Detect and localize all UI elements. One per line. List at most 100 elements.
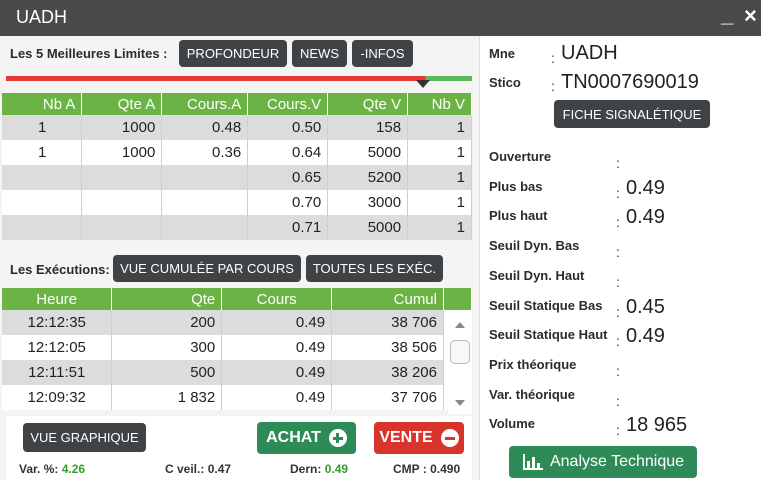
fiche-signaletique-button[interactable]: FICHE SIGNALÉTIQUE — [554, 100, 710, 128]
table-row[interactable]: 0.70 3000 1 — [2, 190, 472, 215]
cell: 1 832 — [111, 385, 223, 410]
col-cours-a: Cours.A — [161, 93, 249, 115]
best-limits-label: Les 5 Meilleures Limites : — [10, 46, 168, 61]
cell — [161, 215, 249, 240]
cell: 38 706 — [331, 310, 444, 335]
stat-value: 0.490 — [430, 462, 461, 476]
cell: 5000 — [327, 215, 409, 240]
cell: 12:11:51 — [2, 360, 113, 385]
col-cours-v: Cours.V — [247, 93, 329, 115]
table-row[interactable]: 12:12:05 300 0.49 38 506 — [2, 335, 472, 360]
cell: 0.49 — [221, 335, 333, 360]
info-field-label: Seuil Dyn. Haut — [489, 268, 585, 283]
stat-c-veil: C veil.: 0.47 — [165, 462, 231, 476]
info-field-label: Var. théorique — [489, 387, 575, 402]
colon: : — [616, 155, 620, 171]
stat-label: Var. %: — [19, 462, 59, 476]
minimize-icon[interactable]: _ — [721, 2, 733, 28]
vue-graphique-button[interactable]: VUE GRAPHIQUE — [23, 423, 146, 452]
cell — [81, 190, 163, 215]
executions-table: Heure Qte Cours Cumul 12:12:35 200 0.49 … — [2, 288, 472, 410]
buy-label: ACHAT — [266, 429, 321, 446]
info-field-label: Seuil Dyn. Bas — [489, 238, 580, 253]
cell — [81, 165, 163, 190]
stat-value: 4.26 — [61, 462, 86, 476]
executions-label: Les Exécutions: — [10, 262, 110, 277]
stat-label: CMP : — [393, 462, 427, 476]
cell: 0.49 — [221, 360, 333, 385]
info-field-label: Seuil Statique Bas — [489, 298, 603, 313]
analyse-technique-button[interactable]: Analyse Technique — [509, 446, 697, 478]
cell: 3000 — [327, 190, 409, 215]
col-nb-v: Nb V — [407, 93, 472, 115]
cell: 500 — [111, 360, 223, 385]
colon: : — [616, 363, 620, 379]
stico-label: Stico — [489, 75, 521, 90]
cell: 1 — [407, 215, 472, 240]
infos-button[interactable]: -INFOS — [352, 40, 413, 67]
sell-label: VENTE — [379, 429, 433, 446]
stat-value: 0.47 — [207, 462, 232, 476]
sell-button[interactable]: VENTE — [374, 422, 464, 454]
table-row[interactable]: 12:11:51 500 0.49 38 206 — [2, 360, 472, 385]
toutes-execs-button[interactable]: TOUTES LES EXÉC. — [306, 255, 443, 282]
col-cumul: Cumul — [331, 288, 444, 310]
mne-label: Mne — [489, 46, 515, 61]
cell: 5000 — [327, 140, 409, 165]
colon: : — [616, 244, 620, 260]
table-row[interactable]: 0.71 5000 1 — [2, 215, 472, 240]
scroll-down-icon[interactable] — [455, 400, 465, 406]
cell: 158 — [327, 115, 409, 140]
table-row[interactable]: 1 1000 0.48 0.50 158 1 — [2, 115, 472, 140]
cell: 0.64 — [247, 140, 329, 165]
scroll-thumb[interactable] — [450, 340, 470, 364]
colon: : — [616, 185, 620, 201]
stat-var: Var. %: 4.26 — [19, 462, 85, 476]
cell: 5200 — [327, 165, 409, 190]
scroll-up-icon[interactable] — [455, 322, 465, 328]
cell: 1000 — [81, 115, 163, 140]
cell: 38 206 — [331, 360, 444, 385]
executions-scrollbar[interactable] — [448, 312, 472, 414]
analyse-technique-label: Analyse Technique — [549, 453, 685, 470]
window-title: UADH — [16, 7, 68, 27]
cell: 12:09:32 — [2, 385, 113, 410]
cell — [2, 215, 83, 240]
cell — [161, 165, 249, 190]
info-field-value: 0.49 — [626, 177, 665, 199]
minus-circle-icon — [440, 429, 459, 447]
info-field-label: Seuil Statique Haut — [489, 327, 608, 342]
table-row[interactable]: 12:09:32 1 832 0.49 37 706 — [2, 385, 472, 410]
cell: 0.65 — [247, 165, 329, 190]
vue-cumulee-button[interactable]: VUE CUMULÉE PAR COURS — [113, 255, 301, 282]
col-qte-a: Qte A — [81, 93, 163, 115]
ratio-marker-icon — [416, 80, 430, 88]
cell: 0.70 — [247, 190, 329, 215]
table-row[interactable]: 1 1000 0.36 0.64 5000 1 — [2, 140, 472, 165]
col-qte: Qte — [111, 288, 223, 310]
table-row[interactable]: 0.65 5200 1 — [2, 165, 472, 190]
security-info-panel: Mne : UADH Stico : TN0007690019 FICHE SI… — [480, 36, 761, 480]
info-field-label: Plus haut — [489, 208, 548, 223]
stico-value: TN0007690019 — [561, 71, 699, 93]
cell — [2, 165, 83, 190]
order-book-panel: Les 5 Meilleures Limites : PROFONDEUR NE… — [0, 36, 480, 480]
news-button[interactable]: NEWS — [292, 40, 347, 67]
colon: : — [616, 304, 620, 320]
mne-value: UADH — [561, 42, 618, 64]
cell: 12:12:05 — [2, 335, 113, 360]
colon: : — [616, 214, 620, 230]
cell: 0.48 — [161, 115, 249, 140]
cell: 12:12:35 — [2, 310, 113, 335]
cell: 0.49 — [221, 310, 333, 335]
profondeur-button[interactable]: PROFONDEUR — [179, 40, 287, 67]
window-titlebar: UADH _ × — [0, 0, 761, 36]
buy-button[interactable]: ACHAT — [257, 422, 356, 454]
close-icon[interactable]: × — [744, 3, 757, 29]
table-row[interactable]: 12:12:35 200 0.49 38 706 — [2, 310, 472, 335]
cell: 200 — [111, 310, 223, 335]
stat-dern: Dern: 0.49 — [290, 462, 348, 476]
cell: 1 — [407, 165, 472, 190]
bar-chart-icon — [522, 454, 543, 470]
cell: 0.71 — [247, 215, 329, 240]
